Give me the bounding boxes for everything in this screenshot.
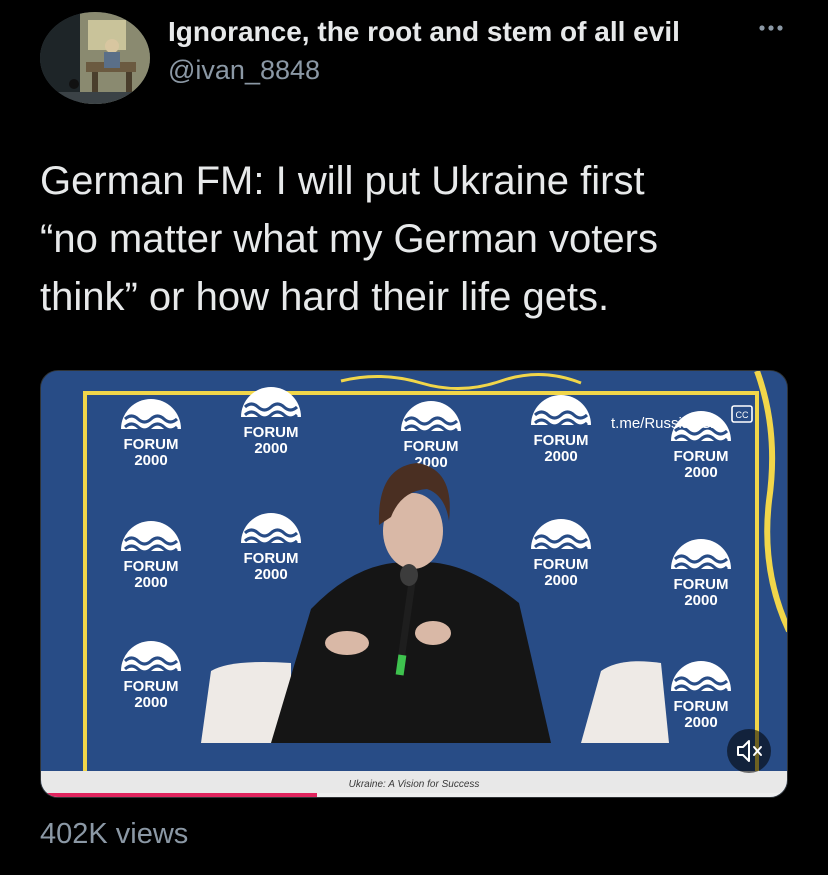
video-caption: Ukraine: A Vision for Success [348,779,480,790]
author-avatar[interactable] [40,12,150,104]
cc-icon[interactable]: CC [731,405,753,423]
tweet-text: German FM: I will put Ukraine first “no … [40,152,800,326]
svg-text:2000: 2000 [254,440,287,457]
tweet-text-line: “no matter what my German voters [40,217,658,261]
svg-text:FORUM: FORUM [124,558,179,575]
video-progress-fill [41,793,318,797]
author-handle[interactable]: @ivan_8848 [168,55,320,86]
tweet-text-line: German FM: I will put Ukraine first [40,159,645,203]
svg-text:CC: CC [736,410,749,420]
svg-text:FORUM: FORUM [124,436,179,453]
video-watermark: t.me/RussiaUSA [611,415,722,432]
svg-text:2000: 2000 [254,566,287,583]
svg-text:2000: 2000 [684,592,717,609]
svg-text:2000: 2000 [544,572,577,589]
svg-text:FORUM: FORUM [404,438,459,455]
author-display-name[interactable]: Ignorance, the root and stem of all evil [168,16,680,48]
svg-text:2000: 2000 [134,574,167,591]
svg-text:FORUM: FORUM [534,556,589,573]
svg-text:FORUM: FORUM [674,698,729,715]
svg-text:2000: 2000 [134,452,167,469]
video-player[interactable]: FORUM 2000 FORUM 2000 FORUM 2000 FORUM 2000 FORU… [40,370,788,798]
video-frame: FORUM2000FORUM2000 FORUM2000FORUM2000 FORU… [41,371,787,797]
svg-text:FORUM: FORUM [244,550,299,567]
svg-text:FORUM: FORUM [674,576,729,593]
svg-text:FORUM: FORUM [534,432,589,449]
svg-text:FORUM: FORUM [124,678,179,695]
speaker-muted-icon [737,740,762,762]
mute-button[interactable] [727,729,771,773]
video-progress-bar[interactable] [41,793,787,797]
tweet-text-line: think” or how hard their life gets. [40,275,610,319]
svg-text:2000: 2000 [544,448,577,465]
svg-text:FORUM: FORUM [244,424,299,441]
more-horizontal-icon[interactable] [754,18,788,38]
svg-text:2000: 2000 [684,714,717,731]
svg-text:FORUM: FORUM [674,448,729,465]
svg-text:2000: 2000 [684,464,717,481]
avatar-illustration [40,12,150,104]
view-count: 402K views [40,818,189,850]
svg-text:2000: 2000 [134,694,167,711]
